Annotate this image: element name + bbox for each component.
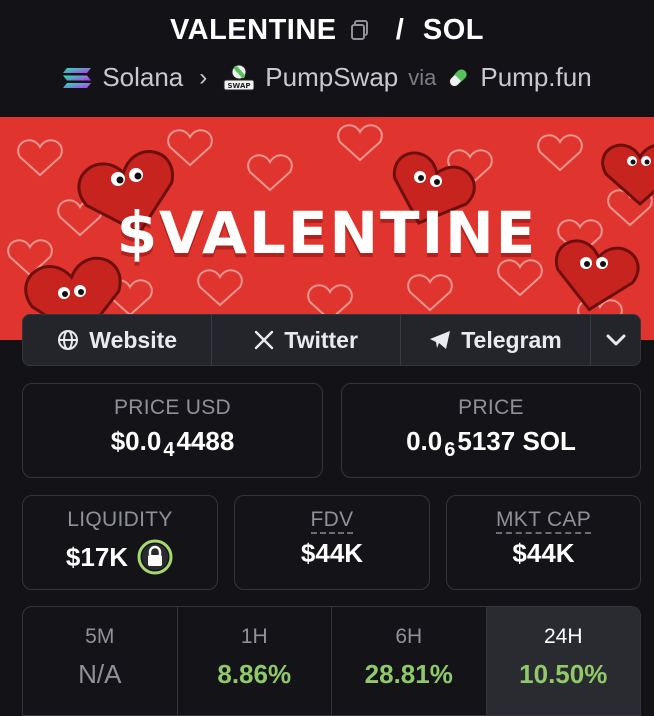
fdv-label[interactable]: FDV xyxy=(235,508,429,534)
tab-5m[interactable]: 5M N/A xyxy=(23,607,178,715)
launchpad-link[interactable]: Pump.fun xyxy=(480,62,591,93)
pair-header: VALENTINE / SOL Solana › SWAP PumpSwap v… xyxy=(0,0,654,116)
fdv-value: $44K xyxy=(300,538,364,568)
change-1h: 8.86% xyxy=(217,659,292,689)
telegram-button[interactable]: Telegram xyxy=(401,315,592,365)
website-label: Website xyxy=(89,326,178,353)
pair-separator: / xyxy=(395,14,405,46)
globe-icon xyxy=(58,330,79,350)
x-logo-icon xyxy=(255,330,274,350)
solana-icon xyxy=(62,66,92,90)
price-native-value: 0.0 65137 SOL xyxy=(406,426,576,461)
via-label: via xyxy=(408,64,437,90)
pill-icon xyxy=(446,66,470,90)
banner-title: $VALENTINE xyxy=(116,199,538,267)
copy-icon[interactable] xyxy=(349,19,371,41)
price-usd-label: PRICE USD xyxy=(113,396,232,419)
mktcap-value: $44K xyxy=(512,538,575,568)
tab-1h[interactable]: 1H 8.86% xyxy=(178,607,332,715)
change-24h: 10.50% xyxy=(519,659,608,689)
telegram-icon xyxy=(430,331,451,349)
price-usd-value: $0.0 44488 xyxy=(110,426,235,461)
svg-text:SWAP: SWAP xyxy=(228,82,251,90)
website-button[interactable]: Website xyxy=(23,315,213,365)
token-banner: $VALENTINE xyxy=(0,117,654,340)
tab-24h[interactable]: 24H 10.50% xyxy=(486,607,640,715)
tab-6h[interactable]: 6H 28.81% xyxy=(332,607,487,715)
more-links-button[interactable] xyxy=(591,315,640,365)
mktcap-card: MKT CAP $44K xyxy=(446,495,641,590)
chain-link[interactable]: Solana xyxy=(102,62,183,93)
social-links: Website Twitter Telegram xyxy=(22,314,641,366)
pumpswap-icon: SWAP xyxy=(223,64,255,92)
change-5m: N/A xyxy=(78,659,122,689)
breadcrumb: Solana › SWAP PumpSwap via Pump.fun xyxy=(0,62,654,93)
liquidity-label: LIQUIDITY xyxy=(67,508,173,531)
lock-icon[interactable] xyxy=(136,538,174,576)
token-symbol: VALENTINE xyxy=(169,14,337,46)
twitter-label: Twitter xyxy=(284,326,358,353)
liquidity-value-row: $17K xyxy=(23,538,217,576)
chevron-right-icon: › xyxy=(199,63,208,91)
quote-symbol: SOL xyxy=(422,14,485,46)
pair-title: VALENTINE / SOL xyxy=(0,14,654,47)
liquidity-value: $17K xyxy=(65,541,129,572)
telegram-label: Telegram xyxy=(461,326,562,353)
chevron-down-icon xyxy=(606,334,626,346)
price-native-card: PRICE 0.0 65137 SOL xyxy=(341,383,641,478)
price-label: PRICE xyxy=(458,396,524,419)
change-6h: 28.81% xyxy=(364,659,453,689)
liquidity-card: LIQUIDITY $17K xyxy=(22,495,218,590)
price-usd-card: PRICE USD $0.0 44488 xyxy=(22,383,323,478)
fdv-card: FDV $44K xyxy=(234,495,430,590)
twitter-button[interactable]: Twitter xyxy=(212,315,401,365)
dex-link[interactable]: PumpSwap xyxy=(265,62,398,93)
mktcap-label[interactable]: MKT CAP xyxy=(447,508,640,534)
timeframe-tabs: 5M N/A 1H 8.86% 6H 28.81% 24H 10.50% xyxy=(22,606,641,716)
